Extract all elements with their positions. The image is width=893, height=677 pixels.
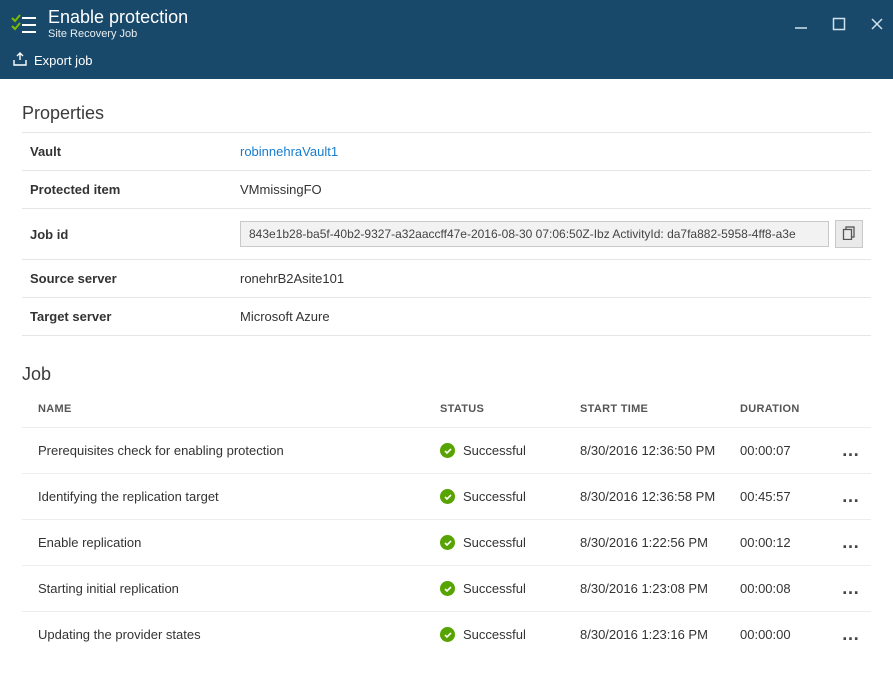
step-status: Successful xyxy=(432,474,572,520)
step-name: Prerequisites check for enabling protect… xyxy=(22,428,432,474)
ellipsis-icon: … xyxy=(842,624,861,644)
page-title: Enable protection xyxy=(48,8,188,28)
step-duration: 00:00:07 xyxy=(732,428,831,474)
table-row: Starting initial replicationSuccessful8/… xyxy=(22,566,871,612)
prop-value: VMmissingFO xyxy=(232,171,871,209)
step-duration: 00:00:08 xyxy=(732,566,831,612)
step-duration: 00:00:12 xyxy=(732,520,831,566)
row-menu-button[interactable]: … xyxy=(831,428,871,474)
prop-row-target-server: Target server Microsoft Azure xyxy=(22,298,871,336)
job-steps-table: NAME STATUS START TIME DURATION Prerequi… xyxy=(22,393,871,657)
table-row: Updating the provider statesSuccessful8/… xyxy=(22,612,871,658)
step-duration: 00:45:57 xyxy=(732,474,831,520)
job-checklist-icon xyxy=(10,10,38,38)
job-id-field[interactable] xyxy=(240,221,829,247)
prop-label: Source server xyxy=(22,260,232,298)
ellipsis-icon: … xyxy=(842,532,861,552)
prop-row-vault: Vault robinnehraVault1 xyxy=(22,133,871,171)
row-menu-button[interactable]: … xyxy=(831,520,871,566)
ellipsis-icon: … xyxy=(842,486,861,506)
step-status: Successful xyxy=(432,428,572,474)
export-icon xyxy=(12,52,28,69)
export-job-button[interactable]: Export job xyxy=(12,52,93,69)
vault-link[interactable]: robinnehraVault1 xyxy=(240,144,338,159)
success-icon xyxy=(440,489,455,504)
step-status: Successful xyxy=(432,612,572,658)
success-icon xyxy=(440,627,455,642)
step-name: Updating the provider states xyxy=(22,612,432,658)
step-start: 8/30/2016 1:22:56 PM xyxy=(572,520,732,566)
prop-row-job-id: Job id xyxy=(22,209,871,260)
step-status: Successful xyxy=(432,566,572,612)
step-duration: 00:00:00 xyxy=(732,612,831,658)
table-row: Prerequisites check for enabling protect… xyxy=(22,428,871,474)
page-subtitle: Site Recovery Job xyxy=(48,28,188,40)
table-row: Enable replicationSuccessful8/30/2016 1:… xyxy=(22,520,871,566)
col-duration: DURATION xyxy=(732,393,831,428)
prop-label: Vault xyxy=(22,133,232,171)
copy-button[interactable] xyxy=(835,220,863,248)
step-status: Successful xyxy=(432,520,572,566)
prop-value: Microsoft Azure xyxy=(232,298,871,336)
minimize-button[interactable] xyxy=(791,14,811,34)
table-row: Identifying the replication targetSucces… xyxy=(22,474,871,520)
title-text-block: Enable protection Site Recovery Job xyxy=(48,8,188,40)
prop-label: Job id xyxy=(22,209,232,260)
properties-heading: Properties xyxy=(22,103,871,124)
window-controls xyxy=(791,0,887,48)
properties-table: Vault robinnehraVault1 Protected item VM… xyxy=(22,132,871,336)
col-start: START TIME xyxy=(572,393,732,428)
success-icon xyxy=(440,443,455,458)
copy-icon xyxy=(842,226,856,243)
step-start: 8/30/2016 1:23:08 PM xyxy=(572,566,732,612)
step-start: 8/30/2016 1:23:16 PM xyxy=(572,612,732,658)
row-menu-button[interactable]: … xyxy=(831,474,871,520)
export-job-label: Export job xyxy=(34,53,93,68)
prop-label: Target server xyxy=(22,298,232,336)
ellipsis-icon: … xyxy=(842,578,861,598)
step-start: 8/30/2016 12:36:58 PM xyxy=(572,474,732,520)
prop-row-protected-item: Protected item VMmissingFO xyxy=(22,171,871,209)
step-start: 8/30/2016 12:36:50 PM xyxy=(572,428,732,474)
row-menu-button[interactable]: … xyxy=(831,612,871,658)
prop-row-source-server: Source server ronehrB2Asite101 xyxy=(22,260,871,298)
toolbar: Export job xyxy=(0,48,893,79)
maximize-button[interactable] xyxy=(829,14,849,34)
ellipsis-icon: … xyxy=(842,440,861,460)
step-name: Identifying the replication target xyxy=(22,474,432,520)
job-heading: Job xyxy=(22,364,871,385)
title-bar: Enable protection Site Recovery Job xyxy=(0,0,893,48)
success-icon xyxy=(440,535,455,550)
step-name: Enable replication xyxy=(22,520,432,566)
close-button[interactable] xyxy=(867,14,887,34)
col-status: STATUS xyxy=(432,393,572,428)
step-name: Starting initial replication xyxy=(22,566,432,612)
success-icon xyxy=(440,581,455,596)
prop-label: Protected item xyxy=(22,171,232,209)
prop-value: ronehrB2Asite101 xyxy=(232,260,871,298)
col-name: NAME xyxy=(22,393,432,428)
row-menu-button[interactable]: … xyxy=(831,566,871,612)
